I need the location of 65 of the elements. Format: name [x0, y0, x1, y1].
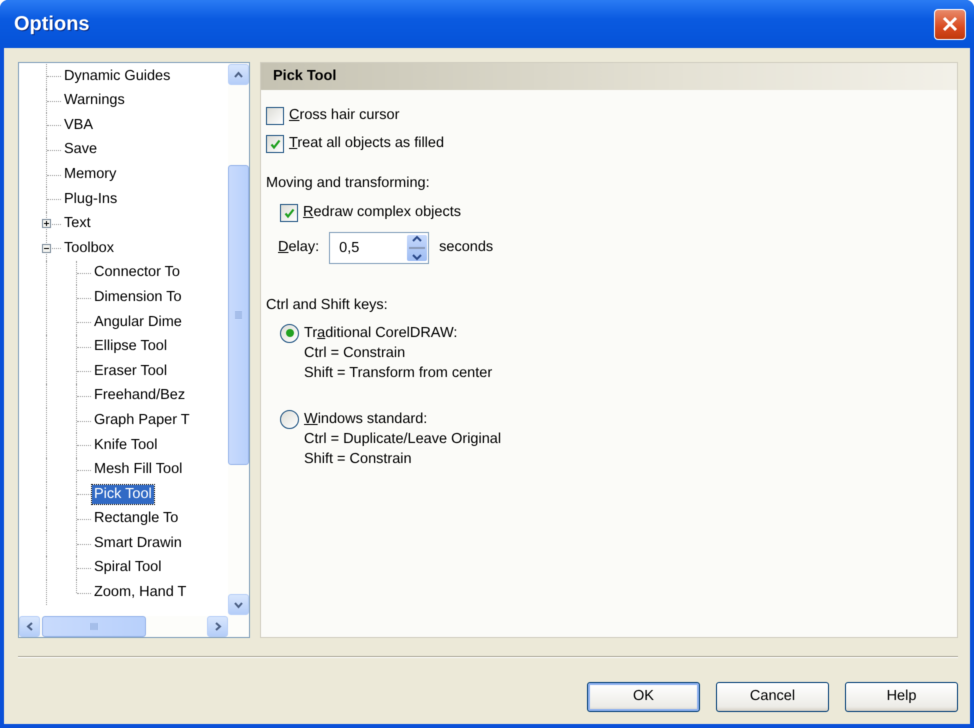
section-label: Ctrl and Shift keys:	[266, 296, 389, 315]
chevron-down-icon	[233, 600, 244, 610]
dialog-button[interactable]: Help	[845, 682, 958, 712]
scroll-up-button[interactable]	[228, 64, 249, 85]
radio-label: Traditional CorelDRAW:	[304, 324, 458, 342]
chevron-right-icon	[212, 621, 222, 632]
tree-item[interactable]: Ellipse Tool	[92, 337, 170, 357]
expand-icon[interactable]	[42, 219, 51, 228]
dialog-button[interactable]: OK	[587, 682, 700, 712]
tree-item[interactable]: Plug-Ins	[62, 190, 120, 209]
tree-item[interactable]: Warnings	[62, 91, 127, 111]
close-icon	[941, 15, 959, 33]
description-text: Shift = Constrain	[304, 450, 413, 468]
scroll-down-button[interactable]	[228, 594, 249, 615]
scroll-right-button[interactable]	[207, 616, 228, 637]
chevron-up-icon	[233, 70, 244, 80]
window-title: Options	[13, 12, 90, 37]
grip-icon	[234, 311, 243, 319]
tree-item[interactable]: Angular Dime	[92, 312, 184, 332]
spinner-arrows-icon	[407, 234, 428, 261]
tree-item[interactable]: Save	[62, 140, 100, 160]
collapse-icon[interactable]	[42, 244, 51, 253]
spin-button[interactable]	[407, 234, 428, 261]
tree-item[interactable]: VBA	[62, 116, 96, 136]
chevron-left-icon	[24, 621, 34, 632]
description-text: Ctrl = Constrain	[304, 344, 406, 362]
tree-item[interactable]: Smart Drawin	[92, 534, 184, 554]
tree-item[interactable]: Pick Tool	[92, 484, 154, 504]
radio-button[interactable]	[280, 324, 299, 342]
scroll-left-button[interactable]	[19, 616, 40, 637]
tree-item[interactable]: Dimension To	[92, 288, 184, 308]
tree-item[interactable]: Knife Tool	[92, 436, 160, 455]
tree-item[interactable]: Graph Paper T	[92, 410, 192, 430]
tree-item[interactable]: Toolbox	[62, 238, 116, 258]
check-icon	[268, 138, 282, 150]
tree-item[interactable]: Zoom, Hand T	[92, 583, 188, 602]
grip-icon	[90, 622, 98, 631]
check-icon	[282, 206, 296, 219]
checkbox-label: Redraw complex objects	[303, 202, 461, 222]
tree-item[interactable]: Eraser Tool	[92, 362, 170, 382]
checkbox[interactable]	[280, 204, 298, 222]
description-text: Ctrl = Duplicate/Leave Original	[304, 430, 502, 448]
checkbox[interactable]	[266, 107, 284, 125]
tree-item[interactable]: Text	[62, 214, 93, 234]
field-label: Delay:	[278, 238, 320, 257]
radio-button[interactable]	[280, 410, 299, 428]
radio-label: Windows standard:	[304, 410, 428, 428]
tree-item[interactable]: Freehand/Bez	[92, 386, 188, 406]
close-button[interactable]	[934, 8, 966, 40]
section-header: Pick Tool	[261, 63, 957, 90]
checkbox-label: Treat all objects as filled	[289, 134, 444, 154]
section-label: Moving and transforming:	[266, 174, 431, 193]
tree-item[interactable]: Mesh Fill Tool	[92, 460, 184, 480]
description-text: Shift = Transform from center	[304, 364, 492, 382]
checkbox-label: Cross hair cursor	[289, 106, 400, 126]
tree-item[interactable]: Connector To	[92, 263, 182, 283]
checkbox[interactable]	[266, 135, 284, 153]
dialog-button[interactable]: Cancel	[716, 682, 829, 712]
scroll-thumb[interactable]	[228, 165, 249, 465]
unit-label: seconds	[439, 238, 494, 257]
tree-item[interactable]: Dynamic Guides	[62, 66, 172, 86]
scroll-thumb[interactable]	[42, 616, 146, 637]
tree-item[interactable]: Rectangle To	[92, 509, 180, 529]
tree-item[interactable]: Memory	[62, 164, 118, 184]
tree-item[interactable]: Spiral Tool	[92, 558, 164, 578]
